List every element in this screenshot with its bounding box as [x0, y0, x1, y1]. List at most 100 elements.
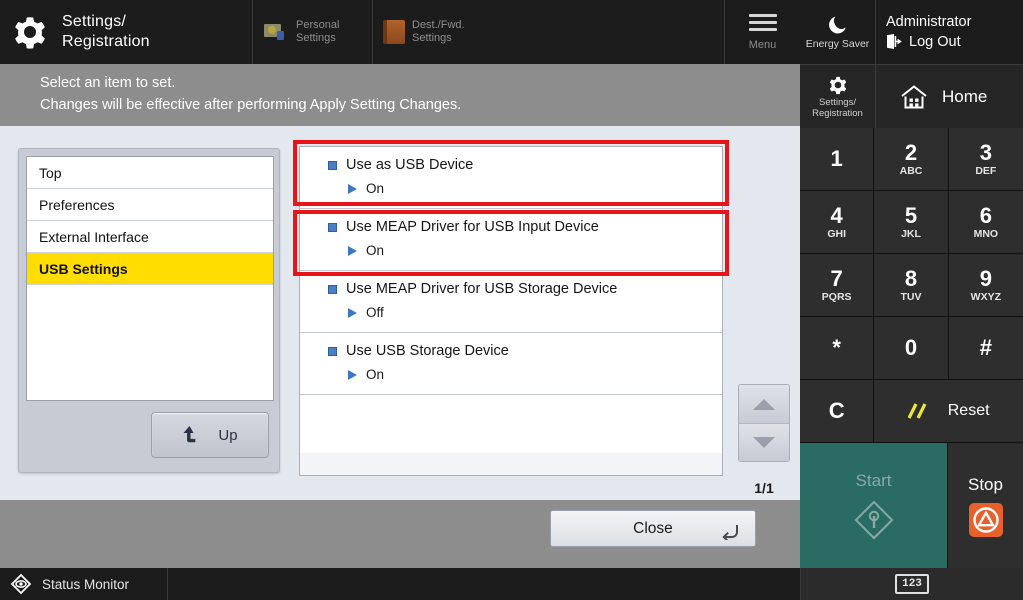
key-letters: MNO — [974, 228, 999, 241]
stop-octagon-icon — [969, 503, 1003, 537]
setting-title-wrap: Use USB Storage Device — [328, 342, 722, 360]
key-3[interactable]: 3DEF — [949, 128, 1023, 191]
settings-registration-brand: Settings/ Registration — [0, 0, 252, 64]
category-label: USB Settings — [39, 261, 128, 277]
logout-button[interactable]: Log Out — [886, 33, 1023, 50]
key-asterisk[interactable]: * — [800, 317, 874, 380]
setting-title-wrap: Use MEAP Driver for USB Input Device — [328, 218, 722, 236]
status-bar-spacer — [168, 568, 801, 600]
square-bullet-icon — [328, 161, 337, 170]
scroll-controls — [738, 384, 790, 462]
main-content: Top Preferences External Interface USB S… — [0, 126, 800, 500]
scroll-up-button[interactable] — [739, 385, 789, 423]
square-bullet-icon — [328, 285, 337, 294]
setting-row-use-meap-driver-for-usb-storage-device[interactable]: Use MEAP Driver for USB Storage Device O… — [300, 271, 722, 333]
setting-row-use-as-usb-device[interactable]: Use as USB Device On — [300, 147, 722, 209]
up-button-label: Up — [218, 427, 237, 444]
header-item-personal-settings[interactable]: Personal Settings — [252, 0, 372, 64]
personal-settings-icon — [263, 21, 289, 43]
triangle-right-icon — [348, 308, 357, 318]
key-number: * — [832, 336, 841, 360]
hardware-control-panel: Energy Saver Administrator Log Out — [800, 0, 1023, 568]
page-indicator: 1/1 — [736, 480, 792, 496]
key-1[interactable]: 1 — [800, 128, 874, 191]
home-icon — [900, 84, 928, 110]
setting-row-use-meap-driver-for-usb-input-device[interactable]: Use MEAP Driver for USB Input Device On — [300, 209, 722, 271]
settings-registration-button[interactable]: Settings/ Registration — [800, 65, 876, 128]
energy-saver-button[interactable]: Energy Saver — [800, 0, 876, 64]
numeric-keypad: 1 2ABC 3DEF 4GHI 5JKL 6MNO 7PQRS 8TUV 9W… — [800, 128, 1023, 380]
triangle-right-icon — [348, 184, 357, 194]
key-9[interactable]: 9WXYZ — [949, 254, 1023, 317]
category-item-usb-settings[interactable]: USB Settings — [27, 253, 273, 285]
label-line1: Personal — [296, 19, 339, 31]
category-panel: Top Preferences External Interface USB S… — [18, 148, 280, 473]
close-button[interactable]: Close — [550, 510, 756, 547]
start-button[interactable]: Start — [800, 443, 948, 568]
printer-touch-panel: Settings/ Registration Personal Settings… — [0, 0, 1023, 600]
message-line-1: Select an item to set. — [40, 72, 800, 94]
home-button[interactable]: Home — [876, 65, 1023, 128]
numeric-keypad-icon: 123 — [895, 574, 929, 594]
header-item-dest-fwd-settings-label: Dest./Fwd. Settings — [412, 19, 465, 45]
key-8[interactable]: 8TUV — [874, 254, 948, 317]
status-monitor-button[interactable]: Status Monitor — [0, 568, 168, 600]
category-label: Preferences — [39, 197, 114, 213]
reset-label: Reset — [948, 402, 990, 420]
clear-button[interactable]: C — [800, 380, 874, 443]
key-5[interactable]: 5JKL — [874, 191, 948, 254]
admin-name: Administrator — [886, 14, 1023, 30]
scroll-down-button[interactable] — [739, 423, 789, 461]
numeric-keypad-toggle[interactable]: 123 — [801, 568, 1023, 600]
status-bar: Status Monitor 123 — [0, 568, 1023, 600]
energy-saver-label: Energy Saver — [806, 38, 870, 50]
instruction-message-bar: Select an item to set. Changes will be e… — [0, 64, 800, 126]
category-item-top[interactable]: Top — [27, 157, 273, 189]
key-letters: DEF — [975, 165, 996, 178]
key-number: 8 — [905, 267, 917, 291]
reset-button[interactable]: Reset — [874, 380, 1023, 443]
eye-diamond-icon — [10, 573, 32, 595]
key-letters: WXYZ — [971, 291, 1001, 304]
rail-nav-row: Settings/ Registration Home — [800, 64, 1023, 128]
setting-value: On — [366, 367, 384, 382]
triangle-right-icon — [348, 370, 357, 380]
label-line2: Settings — [412, 32, 452, 44]
category-label: Top — [39, 165, 62, 181]
key-number: 5 — [905, 204, 917, 228]
triangle-up-icon — [753, 399, 775, 410]
dialog-footer: Close — [0, 500, 800, 568]
up-button[interactable]: Up — [151, 412, 269, 458]
close-button-label: Close — [633, 520, 673, 538]
app-title-line1: Settings/ — [62, 13, 126, 30]
account-area: Administrator Log Out — [876, 0, 1023, 64]
logout-door-icon — [886, 33, 903, 50]
header-item-personal-settings-label: Personal Settings — [296, 19, 339, 45]
key-letters: PQRS — [822, 291, 852, 304]
category-item-external-interface[interactable]: External Interface — [27, 221, 273, 253]
key-letters: GHI — [827, 228, 846, 241]
header-item-dest-fwd-settings[interactable]: Dest./Fwd. Settings — [372, 0, 492, 64]
key-0[interactable]: 0 — [874, 317, 948, 380]
key-4[interactable]: 4GHI — [800, 191, 874, 254]
setting-value: Off — [366, 305, 384, 320]
key-7[interactable]: 7PQRS — [800, 254, 874, 317]
menu-button[interactable]: Menu — [724, 0, 800, 64]
label-line2: Settings — [296, 32, 336, 44]
key-2[interactable]: 2ABC — [874, 128, 948, 191]
key-number: 3 — [980, 141, 992, 165]
setting-title-wrap: Use MEAP Driver for USB Storage Device — [328, 280, 722, 298]
category-item-preferences[interactable]: Preferences — [27, 189, 273, 221]
settings-item-list: Use as USB Device On Use MEAP Driver for… — [299, 146, 723, 476]
setting-value: On — [366, 181, 384, 196]
setting-row-use-usb-storage-device[interactable]: Use USB Storage Device On — [300, 333, 722, 395]
key-letters: TUV — [900, 291, 921, 304]
moon-icon — [827, 14, 849, 36]
key-hash[interactable]: # — [949, 317, 1023, 380]
setting-title: Use as USB Device — [346, 156, 473, 174]
setting-value-wrap: On — [348, 367, 722, 382]
key-6[interactable]: 6MNO — [949, 191, 1023, 254]
setting-title-wrap: Use as USB Device — [328, 156, 722, 174]
stop-label: Stop — [968, 475, 1003, 495]
stop-button[interactable]: Stop — [948, 443, 1023, 568]
